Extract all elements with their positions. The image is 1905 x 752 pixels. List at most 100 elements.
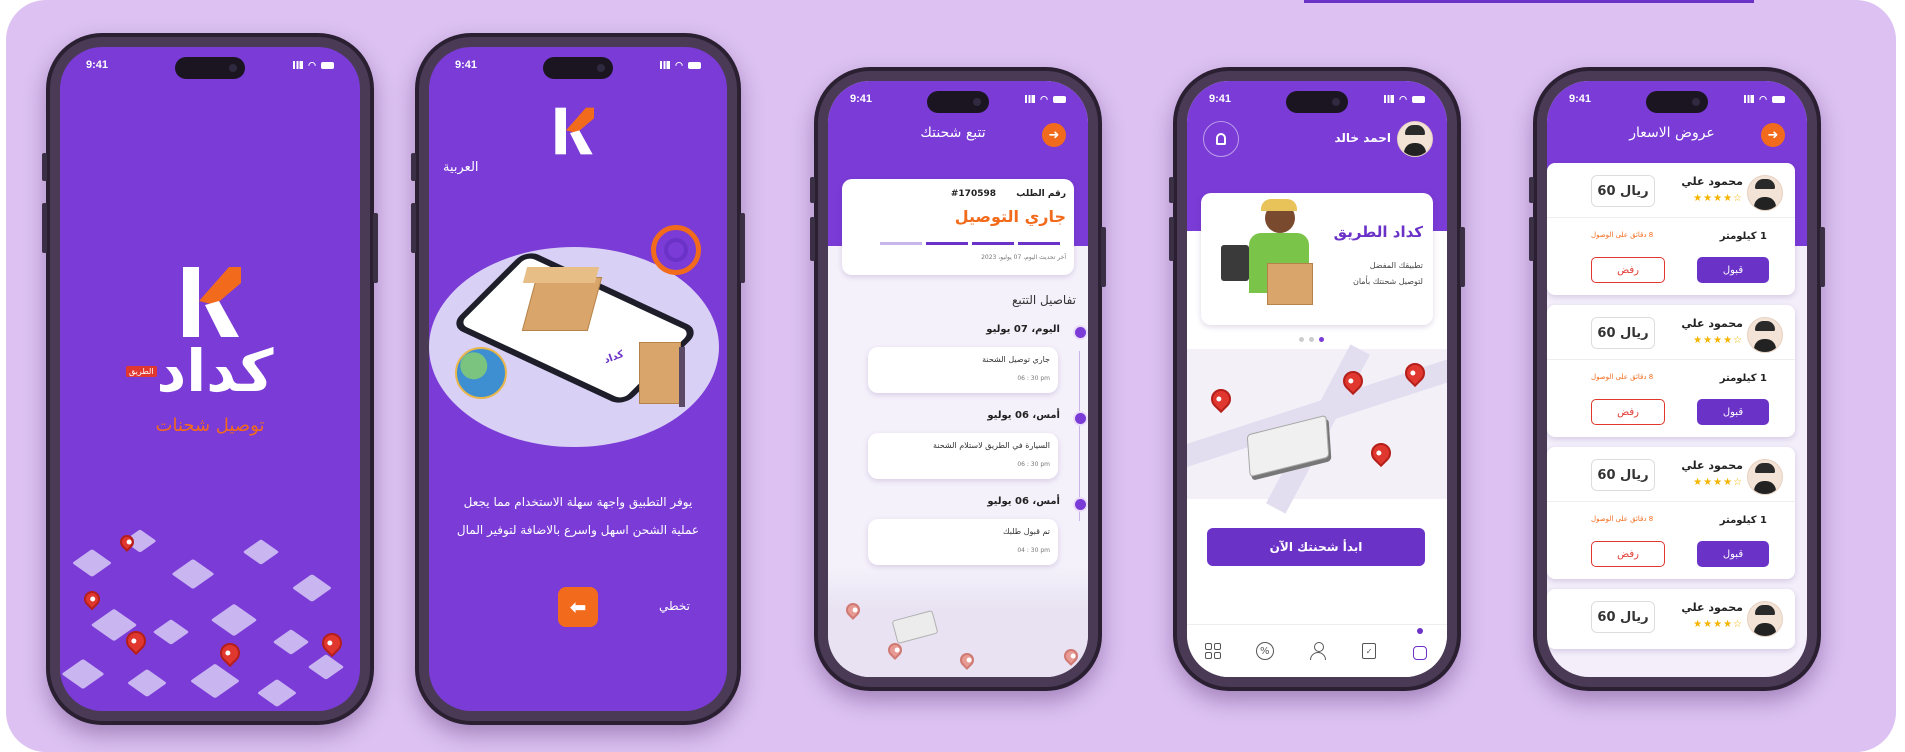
battery-icon <box>1412 95 1425 103</box>
map-illustration <box>1187 344 1447 514</box>
phone-offers: 9:41 ◠ عروض الاسعار ➜ محمود علي ★★★★☆ 60… <box>1529 67 1825 691</box>
discount-icon[interactable]: % <box>1255 642 1274 660</box>
splash-tagline: توصيل شحنات <box>155 415 265 436</box>
order-number: #170598 <box>950 189 996 199</box>
battery-icon <box>688 61 701 69</box>
map-background <box>828 567 1088 677</box>
event-time: 06 : 30 pm <box>1017 461 1050 468</box>
driver-avatar <box>1747 317 1783 353</box>
user-name: احمد خالد <box>1334 131 1391 145</box>
status-time: 9:41 <box>850 93 873 105</box>
splash-brand-tag: الطريق <box>126 366 157 377</box>
isometric-city-illustration <box>60 521 360 711</box>
progress-bar <box>880 242 1060 245</box>
phone-home: 9:41 ◠ احمد خالد كداد الطريق تطبيقك المف… <box>1169 67 1465 691</box>
home-icon[interactable] <box>1411 628 1429 660</box>
accept-button[interactable]: قبول <box>1697 541 1769 567</box>
accept-button[interactable]: قبول <box>1697 257 1769 283</box>
timeline-event: السيارة في الطريق لاستلام الشحنة 06 : 30… <box>868 433 1058 479</box>
offer-eta: 8 دقائق على الوصول <box>1591 231 1654 239</box>
driver-rating: ★★★★☆ <box>1693 193 1743 204</box>
promo-banner[interactable]: كداد الطريق تطبيقك المفضل لتوصيل شحنتك ب… <box>1201 193 1433 325</box>
offers-screen: 9:41 ◠ عروض الاسعار ➜ محمود علي ★★★★☆ 60… <box>1547 81 1807 677</box>
page-title: تتبع شحنتك <box>920 125 986 141</box>
back-button[interactable]: ➜ <box>1042 123 1066 147</box>
timeline-event: جاري توصيل الشحنة 06 : 30 pm <box>868 347 1058 393</box>
offer-price: 60 ريال <box>1591 459 1655 491</box>
notifications-button[interactable] <box>1203 121 1239 157</box>
driver-rating: ★★★★☆ <box>1693 477 1743 488</box>
map-pin-icon <box>1061 646 1081 666</box>
wifi-icon: ◠ <box>675 59 683 70</box>
orders-icon[interactable]: ✓ <box>1362 643 1377 659</box>
timeline-dot <box>1073 497 1088 512</box>
bell-icon <box>1216 133 1226 145</box>
phone-tracking: 9:41 ◠ تتبع شحنتك ➜ رقم الطلب #170598 جا… <box>810 67 1106 691</box>
timeline-dot <box>1073 325 1088 340</box>
offer-price: 60 ريال <box>1591 175 1655 207</box>
driver-name: محمود علي <box>1681 601 1743 614</box>
driver-avatar <box>1747 459 1783 495</box>
status-time: 9:41 <box>1209 93 1232 105</box>
onboarding-description-2: عملية الشحن اسهل واسرع بالاضافة لتوفير ا… <box>456 523 700 537</box>
event-time: 04 : 30 pm <box>1017 547 1050 554</box>
phone-splash: 9:41 ◠ كداد الطريق توصيل شحنات <box>42 33 378 725</box>
signal-icon <box>293 61 304 69</box>
grid-icon[interactable] <box>1204 643 1221 659</box>
timeline-line <box>1079 351 1080 521</box>
battery-icon <box>1053 95 1066 103</box>
wifi-icon: ◠ <box>1040 93 1048 104</box>
reject-button[interactable]: رفض <box>1591 399 1665 425</box>
event-time: 06 : 30 pm <box>1017 375 1050 382</box>
back-button[interactable]: ➜ <box>1761 123 1785 147</box>
battery-icon <box>1772 95 1785 103</box>
language-selector[interactable]: العربية <box>443 160 479 175</box>
reject-button[interactable]: رفض <box>1591 257 1665 283</box>
banner-line-1: تطبيقك المفضل <box>1369 261 1423 270</box>
event-date: اليوم، 07 يوليو <box>986 324 1060 335</box>
map-pin-icon <box>1206 384 1236 414</box>
driver-name: محمود علي <box>1681 317 1743 330</box>
carousel-dots <box>1299 337 1324 342</box>
arrow-right-icon: ➜ <box>1048 127 1060 143</box>
user-avatar[interactable] <box>1397 121 1433 157</box>
delivery-status: جاري التوصيل <box>954 207 1066 226</box>
driver-rating: ★★★★☆ <box>1693 335 1743 346</box>
offer-distance: 1 كيلومتر <box>1719 231 1767 242</box>
driver-avatar <box>1747 601 1783 637</box>
event-text: جاري توصيل الشحنة <box>982 355 1050 364</box>
offer-eta: 8 دقائق على الوصول <box>1591 373 1654 381</box>
status-time: 9:41 <box>1569 93 1592 105</box>
driver-avatar <box>1747 175 1783 211</box>
offer-card: محمود علي ★★★★☆ 60 ريال 1 كيلومتر 8 دقائ… <box>1547 163 1795 295</box>
start-shipment-button[interactable]: ابدأ شحنتك الآن <box>1207 528 1425 566</box>
target-icon <box>651 225 701 275</box>
next-button[interactable]: ⬅ <box>558 587 598 627</box>
timeline-dot <box>1073 411 1088 426</box>
signal-icon <box>1744 95 1755 103</box>
map-pin-icon <box>215 638 245 668</box>
k-logo-icon <box>183 267 241 337</box>
accept-button[interactable]: قبول <box>1697 399 1769 425</box>
map-pin-icon <box>885 640 905 660</box>
arrow-left-icon: ⬅ <box>569 595 587 619</box>
timeline-event: تم قبول طلبك 04 : 30 pm <box>868 519 1058 565</box>
offer-card: محمود علي ★★★★☆ 60 ريال <box>1547 589 1795 649</box>
status-time: 9:41 <box>86 59 109 71</box>
banner-line-2: لتوصيل شحنتك بأمان <box>1352 277 1423 286</box>
offer-card: محمود علي ★★★★☆ 60 ريال 1 كيلومتر 8 دقائ… <box>1547 305 1795 437</box>
arrow-right-icon: ➜ <box>1767 127 1779 143</box>
map-pin-icon <box>843 600 863 620</box>
skip-button[interactable]: تخطي <box>659 599 690 613</box>
signal-icon <box>1384 95 1395 103</box>
offer-price: 60 ريال <box>1591 317 1655 349</box>
event-text: السيارة في الطريق لاستلام الشحنة <box>933 441 1050 450</box>
page-title: عروض الاسعار <box>1629 125 1715 141</box>
courier-illustration <box>1221 199 1331 325</box>
reject-button[interactable]: رفض <box>1591 541 1665 567</box>
last-update: آخر تحديث اليوم، 07 يوليو، 2023 <box>981 254 1066 261</box>
order-status-card: رقم الطلب #170598 جاري التوصيل آخر تحديث… <box>842 179 1074 275</box>
battery-icon <box>321 61 334 69</box>
profile-icon[interactable] <box>1309 642 1327 660</box>
driver-name: محمود علي <box>1681 175 1743 188</box>
